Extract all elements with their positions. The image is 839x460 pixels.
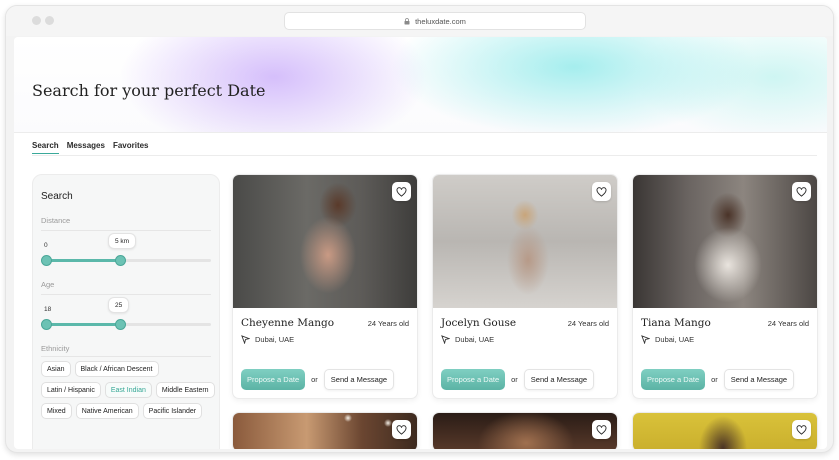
- tab-messages[interactable]: Messages: [67, 141, 105, 154]
- or-separator: or: [311, 375, 318, 384]
- divider: [41, 230, 211, 231]
- profile-location: Dubai, UAE: [641, 335, 694, 344]
- favorite-button[interactable]: [792, 420, 811, 439]
- profile-location: Dubai, UAE: [441, 335, 494, 344]
- filters-title: Search: [41, 191, 73, 202]
- profile-card[interactable]: [632, 412, 818, 449]
- page: Search for your perfect Date Search Mess…: [14, 37, 827, 449]
- distance-slider[interactable]: [41, 255, 211, 266]
- profile-card[interactable]: [432, 412, 618, 449]
- address-bar-url: theluxdate.com: [415, 16, 466, 26]
- distance-label: Distance: [41, 216, 71, 225]
- profile-photo[interactable]: [433, 413, 617, 449]
- profile-card[interactable]: Cheyenne Mango 24 Years old Dubai, UAE P…: [232, 174, 418, 399]
- card-actions: Propose a Date or Send a Message: [441, 369, 595, 390]
- age-slider[interactable]: [41, 319, 211, 330]
- chip-latin-hispanic[interactable]: Latin / Hispanic: [41, 382, 101, 398]
- or-separator: or: [511, 375, 518, 384]
- age-slider-max-handle[interactable]: [115, 319, 127, 330]
- profile-age: 24 Years old: [767, 319, 809, 328]
- browser-titlebar: theluxdate.com: [6, 6, 833, 36]
- divider: [41, 356, 211, 357]
- distance-slider-fill: [46, 259, 121, 262]
- navigation-arrow-icon: [641, 335, 650, 344]
- search-filters-panel: Search Distance 5 km 0 Age 25 18 Ethnici…: [32, 174, 220, 449]
- age-min-label: 18: [44, 306, 52, 313]
- favorite-button[interactable]: [792, 182, 811, 201]
- chip-east-indian[interactable]: East Indian: [104, 382, 152, 398]
- profile-photo[interactable]: [633, 175, 817, 308]
- send-message-button[interactable]: Send a Message: [323, 369, 395, 390]
- age-value-bubble: 25: [108, 297, 130, 313]
- profile-card[interactable]: [232, 412, 418, 449]
- tab-divider: [32, 155, 817, 156]
- propose-date-button[interactable]: Propose a Date: [441, 369, 506, 390]
- age-slider-min-handle[interactable]: [41, 319, 52, 330]
- divider: [41, 294, 211, 295]
- profile-age: 24 Years old: [567, 319, 609, 328]
- distance-min-label: 0: [44, 242, 48, 249]
- profile-name: Jocelyn Gouse: [441, 317, 517, 329]
- browser-window: theluxdate.com Search for your perfect D…: [5, 5, 834, 453]
- age-slider-fill: [46, 323, 121, 326]
- profile-name: Cheyenne Mango: [241, 317, 335, 329]
- window-control-close[interactable]: [32, 16, 41, 25]
- hero-banner: Search for your perfect Date: [14, 37, 827, 133]
- chip-mixed[interactable]: Mixed: [41, 403, 72, 419]
- favorite-button[interactable]: [392, 420, 411, 439]
- profile-photo[interactable]: [433, 175, 617, 308]
- propose-date-button[interactable]: Propose a Date: [641, 369, 706, 390]
- card-actions: Propose a Date or Send a Message: [241, 369, 395, 390]
- favorite-button[interactable]: [592, 420, 611, 439]
- heart-icon: [596, 424, 607, 435]
- profile-name: Tiana Mango: [641, 317, 711, 329]
- chip-asian[interactable]: Asian: [41, 361, 71, 377]
- profile-location-text: Dubai, UAE: [255, 335, 295, 344]
- age-label: Age: [41, 280, 55, 289]
- ethnicity-label: Ethnicity: [41, 344, 70, 353]
- profile-photo[interactable]: [233, 175, 417, 308]
- card-actions: Propose a Date or Send a Message: [641, 369, 795, 390]
- navigation-arrow-icon: [241, 335, 250, 344]
- favorite-button[interactable]: [392, 182, 411, 201]
- heart-icon: [396, 424, 407, 435]
- favorite-button[interactable]: [592, 182, 611, 201]
- heart-icon: [396, 186, 407, 197]
- profile-age: 24 Years old: [367, 319, 409, 328]
- distance-slider-max-handle[interactable]: [115, 255, 127, 266]
- profile-location-text: Dubai, UAE: [455, 335, 495, 344]
- ethnicity-chip-group: Asian Black / African Descent Latin / Hi…: [41, 361, 216, 419]
- chip-black-african-descent[interactable]: Black / African Descent: [74, 361, 159, 377]
- tab-favorites[interactable]: Favorites: [113, 141, 149, 154]
- heart-icon: [596, 186, 607, 197]
- navigation-arrow-icon: [441, 335, 450, 344]
- chip-middle-eastern[interactable]: Middle Eastern: [155, 382, 215, 398]
- send-message-button[interactable]: Send a Message: [523, 369, 595, 390]
- profile-location: Dubai, UAE: [241, 335, 294, 344]
- or-separator: or: [711, 375, 718, 384]
- lock-icon: [404, 17, 410, 24]
- heart-icon: [796, 424, 807, 435]
- propose-date-button[interactable]: Propose a Date: [241, 369, 306, 390]
- tab-search[interactable]: Search: [32, 141, 59, 154]
- address-bar[interactable]: theluxdate.com: [284, 12, 586, 30]
- profile-location-text: Dubai, UAE: [655, 335, 695, 344]
- window-control-minimize[interactable]: [45, 16, 54, 25]
- distance-slider-min-handle[interactable]: [41, 255, 52, 266]
- chip-native-american[interactable]: Native American: [75, 403, 139, 419]
- profile-card[interactable]: Tiana Mango 24 Years old Dubai, UAE Prop…: [632, 174, 818, 399]
- chip-pacific-islander[interactable]: Pacific Islander: [142, 403, 203, 419]
- profile-photo[interactable]: [233, 413, 417, 449]
- profile-photo[interactable]: [633, 413, 817, 449]
- send-message-button[interactable]: Send a Message: [723, 369, 795, 390]
- distance-value-bubble: 5 km: [108, 233, 137, 249]
- tab-bar: Search Messages Favorites: [32, 141, 149, 154]
- profile-card[interactable]: Jocelyn Gouse 24 Years old Dubai, UAE Pr…: [432, 174, 618, 399]
- heart-icon: [796, 186, 807, 197]
- page-title: Search for your perfect Date: [32, 81, 266, 100]
